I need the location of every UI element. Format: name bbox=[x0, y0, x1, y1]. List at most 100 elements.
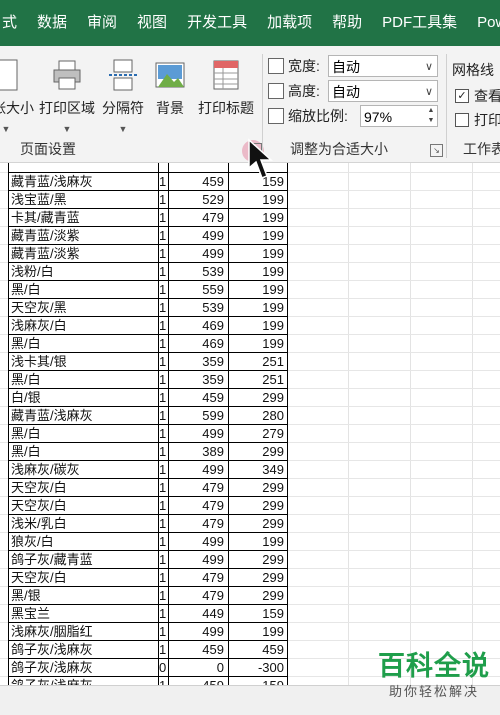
amount-cell[interactable]: 199 bbox=[228, 263, 288, 281]
quantity-cell[interactable]: 1 bbox=[158, 227, 168, 245]
quantity-cell[interactable]: 1 bbox=[158, 317, 168, 335]
amount-cell[interactable]: 199 bbox=[228, 245, 288, 263]
amount-cell[interactable]: 159 bbox=[228, 677, 288, 685]
color-name-cell[interactable]: 鸽子灰/浅麻灰 bbox=[8, 677, 158, 685]
amount-cell[interactable]: 199 bbox=[228, 317, 288, 335]
amount-cell[interactable]: 199 bbox=[228, 335, 288, 353]
color-name-cell[interactable]: 黑/白 bbox=[8, 371, 158, 389]
color-name-cell[interactable]: 浅宝蓝/黑 bbox=[8, 191, 158, 209]
quantity-cell[interactable]: 1 bbox=[158, 335, 168, 353]
price-cell[interactable]: 539 bbox=[168, 263, 228, 281]
quantity-cell[interactable]: 0 bbox=[158, 659, 168, 677]
spreadsheet-grid[interactable]: 藏青蓝/浅麻灰 1 459 159 浅宝蓝/黑 1 529 199 卡其/藏青蓝 1 479 199 藏… bbox=[0, 163, 500, 685]
color-name-cell[interactable]: 鸽子灰/藏青蓝 bbox=[8, 551, 158, 569]
quantity-cell[interactable]: 1 bbox=[158, 461, 168, 479]
color-name-cell[interactable]: 黑/白 bbox=[8, 425, 158, 443]
price-cell[interactable]: 359 bbox=[168, 353, 228, 371]
color-name-cell[interactable]: 黑/白 bbox=[8, 443, 158, 461]
quantity-cell[interactable]: 1 bbox=[158, 371, 168, 389]
view-checkbox[interactable]: ✓ bbox=[455, 89, 469, 103]
quantity-cell[interactable]: 1 bbox=[158, 389, 168, 407]
quantity-cell[interactable]: 1 bbox=[158, 605, 168, 623]
color-name-cell[interactable]: 藏青蓝/浅麻灰 bbox=[8, 173, 158, 191]
amount-cell[interactable]: 280 bbox=[228, 407, 288, 425]
breaks-button[interactable]: 分隔符 ▼ bbox=[100, 58, 146, 134]
amount-cell[interactable]: 251 bbox=[228, 353, 288, 371]
quantity-cell[interactable]: 1 bbox=[158, 245, 168, 263]
color-name-cell[interactable]: 天空灰/白 bbox=[8, 569, 158, 587]
quantity-cell[interactable]: 1 bbox=[158, 191, 168, 209]
quantity-cell[interactable]: 1 bbox=[158, 677, 168, 685]
tab-power[interactable]: Pow bbox=[467, 0, 500, 46]
color-name-cell[interactable]: 浅麻灰/白 bbox=[8, 317, 158, 335]
amount-cell[interactable]: 159 bbox=[228, 605, 288, 623]
price-cell[interactable]: 459 bbox=[168, 389, 228, 407]
amount-cell[interactable]: 459 bbox=[228, 641, 288, 659]
amount-cell[interactable]: 349 bbox=[228, 461, 288, 479]
color-name-cell[interactable]: 黑/白 bbox=[8, 281, 158, 299]
scale-spinner[interactable]: 97% ▲ ▼ bbox=[360, 105, 438, 127]
quantity-cell[interactable]: 1 bbox=[158, 281, 168, 299]
amount-cell[interactable]: 199 bbox=[228, 209, 288, 227]
color-name-cell[interactable]: 浅卡其/银 bbox=[8, 353, 158, 371]
color-name-cell[interactable]: 黑/白 bbox=[8, 335, 158, 353]
amount-cell[interactable]: 279 bbox=[228, 425, 288, 443]
print-titles-button[interactable]: 打印标题 bbox=[194, 58, 258, 118]
price-cell[interactable]: 499 bbox=[168, 623, 228, 641]
quantity-cell[interactable]: 1 bbox=[158, 587, 168, 605]
tab-developer[interactable]: 开发工具 bbox=[177, 0, 257, 46]
quantity-cell[interactable]: 1 bbox=[158, 497, 168, 515]
color-name-cell[interactable]: 浅粉/白 bbox=[8, 263, 158, 281]
table-cell[interactable] bbox=[168, 163, 228, 173]
price-cell[interactable]: 479 bbox=[168, 209, 228, 227]
price-cell[interactable]: 499 bbox=[168, 551, 228, 569]
price-cell[interactable]: 469 bbox=[168, 335, 228, 353]
quantity-cell[interactable]: 1 bbox=[158, 263, 168, 281]
spinner-arrows-icon[interactable]: ▲ ▼ bbox=[425, 106, 437, 126]
tab-pdf-tools[interactable]: PDF工具集 bbox=[372, 0, 467, 46]
tab-data[interactable]: 数据 bbox=[27, 0, 77, 46]
price-cell[interactable]: 499 bbox=[168, 425, 228, 443]
amount-cell[interactable]: 199 bbox=[228, 227, 288, 245]
amount-cell[interactable]: 299 bbox=[228, 389, 288, 407]
print-checkbox[interactable] bbox=[455, 113, 469, 127]
price-cell[interactable]: 469 bbox=[168, 317, 228, 335]
tab-help[interactable]: 帮助 bbox=[322, 0, 372, 46]
quantity-cell[interactable]: 1 bbox=[158, 551, 168, 569]
quantity-cell[interactable]: 1 bbox=[158, 569, 168, 587]
quantity-cell[interactable]: 1 bbox=[158, 479, 168, 497]
price-cell[interactable]: 499 bbox=[168, 227, 228, 245]
color-name-cell[interactable]: 藏青蓝/浅麻灰 bbox=[8, 407, 158, 425]
color-name-cell[interactable]: 浅米/乳白 bbox=[8, 515, 158, 533]
amount-cell[interactable]: -300 bbox=[228, 659, 288, 677]
tab-addins[interactable]: 加载项 bbox=[257, 0, 322, 46]
price-cell[interactable]: 0 bbox=[168, 659, 228, 677]
price-cell[interactable]: 459 bbox=[168, 173, 228, 191]
gridlines-print-checkbox-row[interactable]: 打印 bbox=[455, 110, 500, 130]
price-cell[interactable]: 559 bbox=[168, 281, 228, 299]
price-cell[interactable]: 389 bbox=[168, 443, 228, 461]
size-button[interactable]: 纸张大小 ▼ bbox=[0, 58, 34, 134]
quantity-cell[interactable]: 1 bbox=[158, 353, 168, 371]
quantity-cell[interactable]: 1 bbox=[158, 425, 168, 443]
price-cell[interactable]: 499 bbox=[168, 245, 228, 263]
amount-cell[interactable]: 299 bbox=[228, 479, 288, 497]
price-cell[interactable]: 529 bbox=[168, 191, 228, 209]
quantity-cell[interactable]: 1 bbox=[158, 623, 168, 641]
color-name-cell[interactable]: 天空灰/白 bbox=[8, 497, 158, 515]
price-cell[interactable]: 449 bbox=[168, 605, 228, 623]
quantity-cell[interactable]: 1 bbox=[158, 641, 168, 659]
amount-cell[interactable]: 299 bbox=[228, 587, 288, 605]
price-cell[interactable]: 459 bbox=[168, 641, 228, 659]
quantity-cell[interactable]: 1 bbox=[158, 533, 168, 551]
price-cell[interactable]: 479 bbox=[168, 479, 228, 497]
amount-cell[interactable]: 251 bbox=[228, 371, 288, 389]
color-name-cell[interactable]: 黑/银 bbox=[8, 587, 158, 605]
amount-cell[interactable]: 299 bbox=[228, 515, 288, 533]
color-name-cell[interactable]: 黑宝兰 bbox=[8, 605, 158, 623]
price-cell[interactable]: 359 bbox=[168, 371, 228, 389]
quantity-cell[interactable]: 1 bbox=[158, 209, 168, 227]
price-cell[interactable]: 479 bbox=[168, 497, 228, 515]
color-name-cell[interactable]: 鸽子灰/浅麻灰 bbox=[8, 659, 158, 677]
amount-cell[interactable]: 299 bbox=[228, 497, 288, 515]
